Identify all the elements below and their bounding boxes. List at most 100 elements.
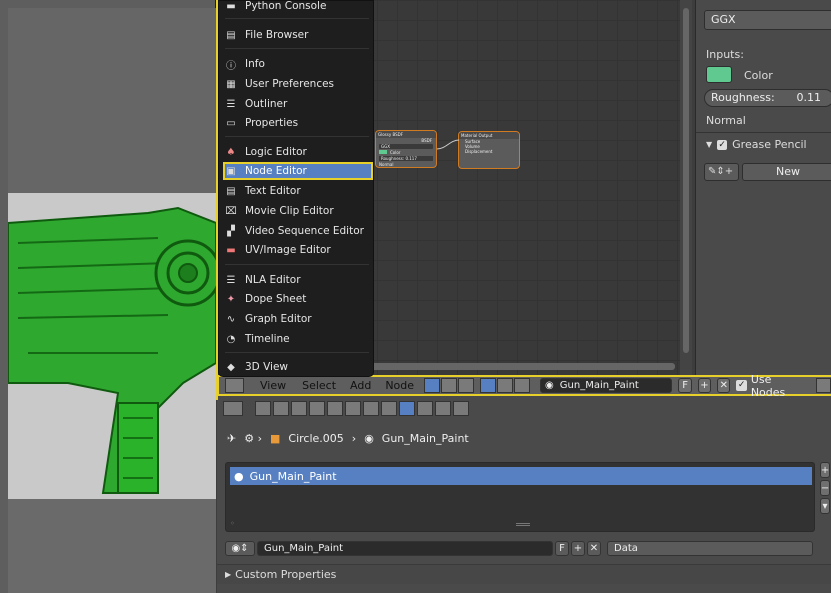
modifiers-tab-icon[interactable] <box>363 400 379 416</box>
shader-linestyle-icon[interactable] <box>458 378 475 393</box>
node-socket-displacement: Displacement <box>465 149 493 154</box>
collapse-arrow-icon[interactable]: ▼ <box>706 140 712 149</box>
new-grease-pencil-button[interactable]: New <box>742 163 831 181</box>
list-resize-handle[interactable] <box>516 523 530 526</box>
menu-node[interactable]: Node <box>385 379 414 392</box>
menu-separator <box>225 352 369 353</box>
scrollbar-thumb[interactable] <box>683 8 689 353</box>
menu-item-uv-image-editor[interactable]: ▬ UV/Image Editor <box>225 241 369 259</box>
browse-material-button[interactable]: ◉⇕ <box>225 541 255 556</box>
menu-item-node-editor[interactable]: ▣ Node Editor <box>223 162 373 180</box>
menu-item-nla-editor[interactable]: ☰ NLA Editor <box>225 271 369 289</box>
roughness-label: Roughness: <box>711 91 775 104</box>
data-tab-icon[interactable] <box>381 400 397 416</box>
material-datablock-field[interactable]: ◉ Gun_Main_Paint <box>540 378 673 393</box>
menu-item-info[interactable]: ⓘ Info <box>225 55 369 73</box>
constraints-tab-icon[interactable] <box>345 400 361 416</box>
scene-tab-icon[interactable] <box>291 400 307 416</box>
physics-tab-icon[interactable] <box>453 400 469 416</box>
grease-pencil-panel-header[interactable]: ▼ ✓ Grease Pencil <box>706 138 807 151</box>
render-layers-tab-icon[interactable] <box>273 400 289 416</box>
list-filter-icon[interactable]: ◦ <box>230 519 235 528</box>
menu-item-dope-sheet[interactable]: ✦ Dope Sheet <box>225 290 369 308</box>
menu-separator <box>225 48 369 49</box>
roughness-slider[interactable]: Roughness: 0.11 <box>704 89 831 107</box>
slot-side-buttons: + − ▾ <box>820 462 830 518</box>
material-icon: ● <box>234 469 244 483</box>
outliner-icon: ☰ <box>226 98 236 110</box>
chevron-right-icon: › <box>351 432 357 445</box>
menu-select[interactable]: Select <box>302 379 336 392</box>
material-output-node[interactable]: Material Output Surface Volume Displacem… <box>458 131 520 169</box>
menu-view[interactable]: View <box>260 379 286 392</box>
menu-add[interactable]: Add <box>350 379 371 392</box>
tree-texture-icon[interactable] <box>497 378 514 393</box>
breadcrumb-material: Gun_Main_Paint <box>381 432 469 445</box>
menu-item-graph-editor[interactable]: ∿ Graph Editor <box>225 310 369 328</box>
shader-object-icon[interactable] <box>424 378 441 393</box>
checkbox-icon[interactable]: ✓ <box>736 380 747 391</box>
world-tab-icon[interactable] <box>309 400 325 416</box>
nla-icon: ☰ <box>226 274 236 286</box>
node-distribution[interactable]: GGX <box>379 144 433 149</box>
checkbox-icon[interactable]: ✓ <box>717 139 728 150</box>
add-material-button[interactable]: + <box>697 378 712 393</box>
material-tab-icon[interactable] <box>399 400 415 416</box>
material-selector-row: ◉⇕ Gun_Main_Paint F + ✕ Data <box>225 541 813 556</box>
new-material-button[interactable]: + <box>571 541 585 556</box>
distribution-dropdown[interactable]: GGX <box>704 10 831 30</box>
node-horizontal-scrollbar[interactable] <box>370 363 675 370</box>
remove-slot-button[interactable]: − <box>820 480 830 496</box>
viewport-3d[interactable] <box>0 0 222 593</box>
unlink-material-button[interactable]: ✕ <box>717 378 731 393</box>
link-dropdown[interactable]: Data <box>607 541 813 556</box>
tree-type-buttons <box>480 378 531 393</box>
color-swatch[interactable] <box>706 66 732 83</box>
menu-item-3d-view[interactable]: ◆ 3D View <box>225 358 369 376</box>
viewport-model-area[interactable] <box>7 193 222 499</box>
node-roughness[interactable]: Roughness: 0.117 <box>379 156 433 161</box>
menu-item-outliner[interactable]: ☰ Outliner <box>225 95 369 113</box>
particles-tab-icon[interactable] <box>435 400 451 416</box>
normal-label: Normal <box>706 114 746 127</box>
menu-item-user-preferences[interactable]: ▦ User Preferences <box>225 75 369 93</box>
sequence-icon: ▞ <box>227 225 235 237</box>
custom-properties-panel-header[interactable]: ▶ Custom Properties <box>217 564 831 584</box>
unlink-material-button[interactable]: ✕ <box>587 541 601 556</box>
tree-shader-icon[interactable] <box>480 378 497 393</box>
menu-item-python-console[interactable]: ▬ Python Console <box>225 0 369 15</box>
material-name: Gun_Main_Paint <box>559 380 639 391</box>
use-nodes-toggle[interactable]: ✓ Use Nodes <box>736 373 805 399</box>
material-name-field[interactable]: Gun_Main_Paint <box>257 541 553 556</box>
shader-world-icon[interactable] <box>441 378 458 393</box>
pin-icon[interactable] <box>815 378 831 393</box>
object-tab-icon[interactable] <box>327 400 343 416</box>
menu-item-properties[interactable]: ▭ Properties <box>225 114 369 132</box>
menu-item-logic-editor[interactable]: ♠ Logic Editor <box>225 143 369 161</box>
menu-item-movie-clip-editor[interactable]: ⌧ Movie Clip Editor <box>225 202 369 220</box>
editor-type-icon[interactable] <box>225 378 244 393</box>
render-tab-icon[interactable] <box>255 400 271 416</box>
expand-arrow-icon[interactable]: ▶ <box>225 570 231 579</box>
texture-tab-icon[interactable] <box>417 400 433 416</box>
slot-menu-button[interactable]: ▾ <box>820 498 830 514</box>
editor-type-icon[interactable] <box>223 400 243 416</box>
node-normal: Normal <box>379 162 394 167</box>
menu-item-text-editor[interactable]: ▤ Text Editor <box>225 182 369 200</box>
fake-user-button[interactable]: F <box>555 541 569 556</box>
add-slot-button[interactable]: + <box>820 462 830 478</box>
properties-editor: ✈ ⚙ › ■ Circle.005 › ◉ Gun_Main_Paint ● … <box>217 420 831 593</box>
list-item[interactable]: ● Gun_Main_Paint <box>230 467 812 485</box>
menu-separator <box>225 136 369 137</box>
shader-type-buttons <box>424 378 475 393</box>
pin-icon[interactable]: ✈ <box>227 432 236 445</box>
pencil-icon[interactable]: ✎⇕+ <box>704 163 739 181</box>
menu-item-timeline[interactable]: ◔ Timeline <box>225 330 369 348</box>
menu-item-video-sequence-editor[interactable]: ▞ Video Sequence Editor <box>225 222 369 240</box>
menu-item-file-browser[interactable]: ▤ File Browser <box>225 26 369 44</box>
node-color-swatch[interactable] <box>379 150 387 154</box>
material-slots-list[interactable]: ● Gun_Main_Paint ◦ <box>225 462 815 532</box>
fake-user-button[interactable]: F <box>678 378 692 393</box>
glossy-bsdf-node[interactable]: Glossy BSDF BSDF GGX Color Roughness: 0.… <box>375 130 437 168</box>
tree-compositor-icon[interactable] <box>514 378 531 393</box>
